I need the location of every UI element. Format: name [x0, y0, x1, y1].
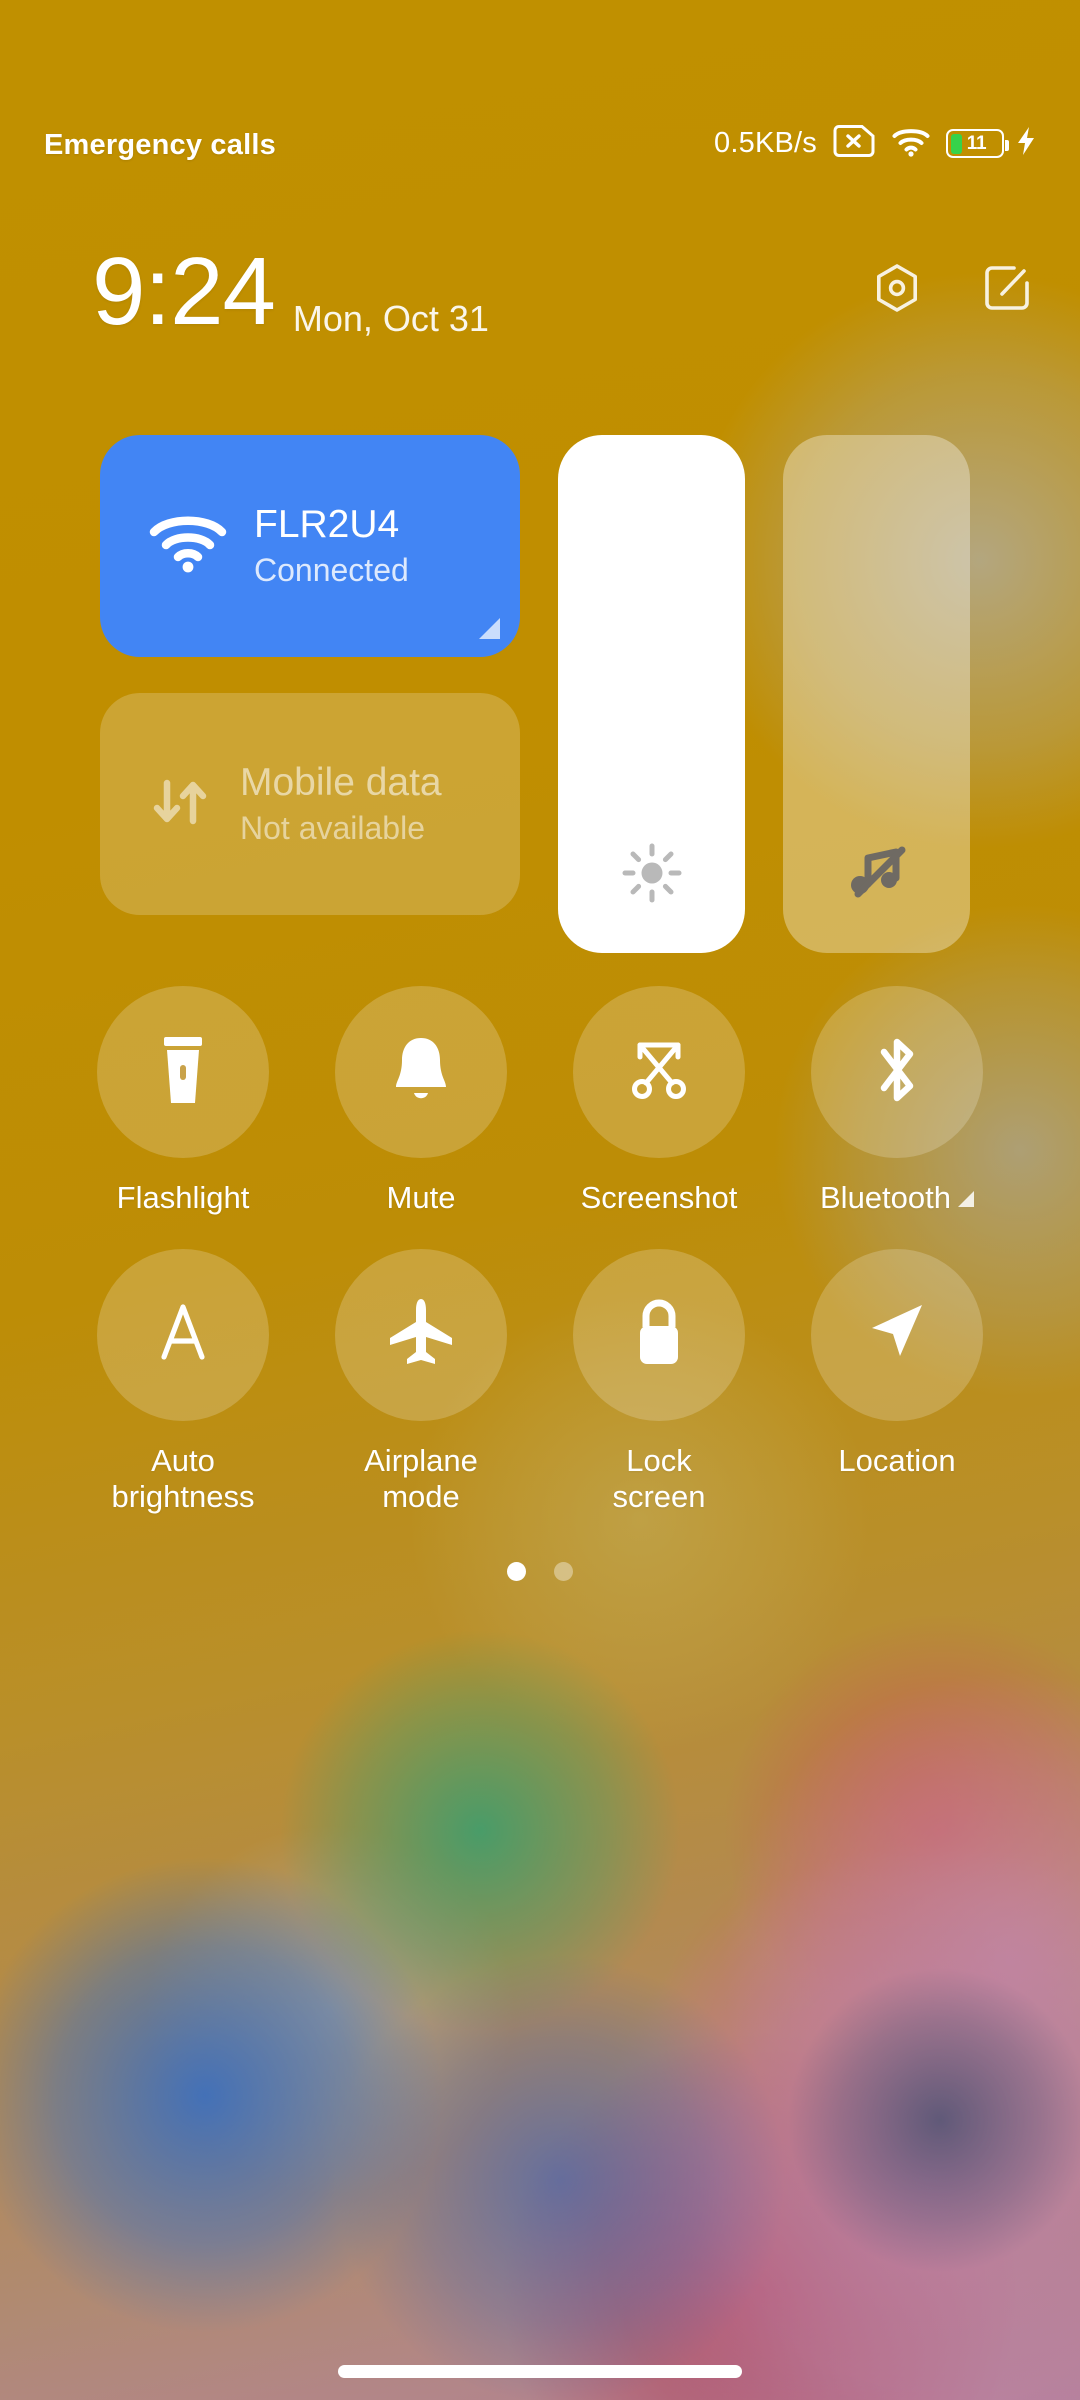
- toggle-airplane-mode-circle[interactable]: [335, 1248, 507, 1421]
- network-speed-label: 0.5KB/s: [714, 127, 817, 159]
- toggle-location-label: Location: [838, 1442, 956, 1478]
- wifi-ssid-label: FLR2U4: [254, 502, 400, 546]
- bluetooth-icon: [870, 1032, 924, 1113]
- wifi-tile[interactable]: FLR2U4 Connected: [100, 435, 520, 657]
- quick-settings-tiles: FLR2U4 Connected Mobile data Not availab…: [0, 435, 1080, 953]
- edit-tiles-icon: [980, 261, 1034, 320]
- mobile-data-status-label: Not available: [240, 810, 425, 846]
- toggle-airplane-mode-label: Airplane mode: [364, 1442, 478, 1515]
- mobile-data-tile-texts: Mobile data Not available: [240, 760, 442, 848]
- expand-triangle-icon[interactable]: [479, 618, 500, 639]
- toggle-mute-circle[interactable]: [335, 986, 507, 1158]
- carrier-label: Emergency calls: [44, 129, 276, 161]
- settings-button[interactable]: [868, 261, 926, 319]
- clock-time: 9:24: [92, 238, 276, 345]
- toggle-bluetooth-label: Bluetooth: [820, 1180, 974, 1217]
- toggle-flashlight-label: Flashlight: [116, 1180, 250, 1215]
- toggle-bluetooth-circle[interactable]: [811, 986, 983, 1158]
- toggle-flashlight[interactable]: Flashlight: [64, 986, 302, 1217]
- status-bar-icons: 0.5KB/s 11: [714, 125, 1036, 162]
- toggle-row-1: Flashlight Mute Screenshot Bluetooth: [0, 986, 1080, 1217]
- battery-icon: 11: [946, 129, 1009, 158]
- toggle-auto-brightness-label: Auto brightness: [111, 1442, 255, 1515]
- tile-top-row: FLR2U4 Connected Mobile data Not availab…: [0, 435, 1080, 953]
- wifi-icon: [148, 513, 228, 580]
- page-indicator: [0, 1562, 1080, 1581]
- mobile-data-tile[interactable]: Mobile data Not available: [100, 693, 520, 915]
- toggle-airplane-mode[interactable]: Airplane mode: [302, 1248, 540, 1516]
- toggle-bluetooth[interactable]: Bluetooth: [778, 986, 1016, 1217]
- toggle-row-2: Auto brightness Airplane mode Lock scree…: [0, 1248, 1080, 1516]
- status-bar: Emergency calls 0.5KB/s 11: [0, 0, 1080, 190]
- toggle-lock-screen-label: Lock screen: [612, 1442, 706, 1515]
- toggle-mute-label: Mute: [386, 1180, 456, 1215]
- charging-bolt-icon: [1016, 126, 1036, 161]
- bell-icon: [388, 1034, 454, 1111]
- toggle-screenshot-circle[interactable]: [573, 986, 745, 1158]
- toggle-buttons-grid: Flashlight Mute Screenshot Bluetooth Aut…: [0, 986, 1080, 1516]
- connectivity-tiles-column: FLR2U4 Connected Mobile data Not availab…: [100, 435, 520, 915]
- wifi-status-label: Connected: [254, 552, 409, 588]
- header-action-buttons: [868, 261, 1036, 323]
- location-arrow-icon: [864, 1299, 930, 1370]
- toggle-flashlight-circle[interactable]: [97, 986, 269, 1158]
- padlock-icon: [628, 1295, 690, 1374]
- mobile-data-title-label: Mobile data: [240, 760, 442, 804]
- hexagon-settings-icon: [869, 260, 925, 321]
- page-dot-2[interactable]: [554, 1562, 573, 1581]
- airplane-icon: [386, 1296, 456, 1373]
- brightness-slider[interactable]: [558, 435, 745, 953]
- control-center-header: 9:24 Mon, Oct 31: [0, 232, 1080, 352]
- sim-card-disabled-icon: [832, 125, 876, 162]
- toggle-screenshot-label: Screenshot: [580, 1180, 738, 1215]
- flashlight-icon: [151, 1033, 215, 1112]
- toggle-lock-screen[interactable]: Lock screen: [540, 1248, 778, 1516]
- volume-slider[interactable]: [783, 435, 970, 953]
- brightness-sun-icon: [621, 842, 683, 909]
- wifi-icon: [891, 125, 931, 162]
- page-dot-1[interactable]: [507, 1562, 526, 1581]
- toggle-lock-screen-circle[interactable]: [573, 1248, 745, 1421]
- battery-level-label: 11: [966, 132, 987, 154]
- mobile-data-icon: [148, 769, 214, 840]
- edit-tiles-button[interactable]: [978, 261, 1036, 319]
- toggle-screenshot[interactable]: Screenshot: [540, 986, 778, 1217]
- wifi-tile-texts: FLR2U4 Connected: [254, 502, 409, 590]
- clock-date: Mon, Oct 31: [292, 298, 489, 339]
- toggle-mute[interactable]: Mute: [302, 986, 540, 1217]
- scissors-screenshot-icon: [624, 1035, 694, 1110]
- expand-triangle-icon[interactable]: [958, 1191, 974, 1208]
- auto-brightness-a-icon: [152, 1299, 214, 1370]
- toggle-location-circle[interactable]: [811, 1248, 983, 1421]
- battery-indicator: 11: [946, 126, 1036, 161]
- toggle-auto-brightness-circle[interactable]: [97, 1248, 269, 1421]
- music-muted-icon: [844, 842, 910, 909]
- home-gesture-bar[interactable]: [338, 2365, 742, 2378]
- toggle-location[interactable]: Location: [778, 1248, 1016, 1516]
- toggle-auto-brightness[interactable]: Auto brightness: [64, 1248, 302, 1516]
